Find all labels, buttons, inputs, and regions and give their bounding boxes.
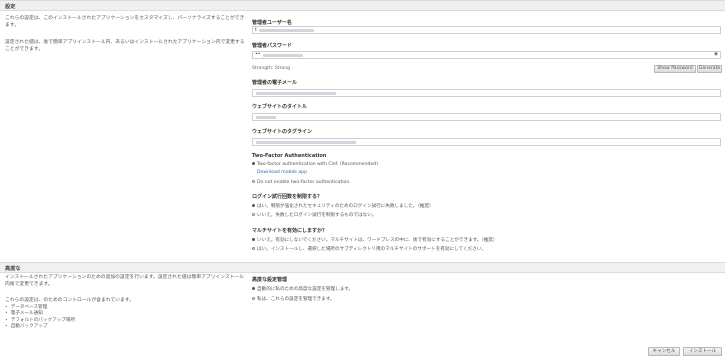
multisite-option-no-label: いいえ。有効にしないでください。マルチサイトは、ワードプレスの中に、後で有効にす…	[257, 238, 498, 243]
admin-username-value: t	[255, 27, 257, 33]
settings-description-2: 設定された値は、後で簡単アプリインストール内、あるいはインストールされたアプリケ…	[5, 40, 245, 52]
two-factor-option-disable[interactable]: Do not enable two-factor authentication.	[252, 180, 351, 185]
advanced-option-manual[interactable]: 私は、これらの設定を管理できます。	[252, 296, 335, 302]
login-limit-option-no[interactable]: いいえ。失敗したログイン試行を制限するものではない。	[252, 212, 376, 218]
advanced-section-header[interactable]: 高度な	[0, 262, 725, 273]
settings-section-title: 設定	[5, 4, 16, 10]
settings-description: これらの設定は、このインストールされたアプリケーションをカスタマイズし、パーソナ…	[5, 16, 245, 28]
admin-username-label: 管理者ユーザー名	[252, 20, 292, 26]
redacted-text	[256, 116, 276, 119]
advanced-description-2: これらの設定は、のためのコントロールが含まれています。	[5, 298, 134, 303]
radio-icon[interactable]	[252, 297, 255, 300]
show-password-button[interactable]: Show Password	[654, 65, 696, 73]
multisite-option-yes[interactable]: はい。インストールし、選択した場所のサブディレクトリ用のマルチサイトのサポートを…	[252, 246, 486, 252]
redacted-text	[256, 92, 336, 95]
settings-section-header: 設定	[0, 0, 725, 11]
radio-icon[interactable]	[252, 213, 255, 216]
cancel-button[interactable]: キャンセル	[648, 347, 680, 356]
password-visibility-icon[interactable]: ◉	[714, 52, 718, 57]
radio-selected-icon[interactable]	[252, 287, 255, 290]
radio-selected-icon[interactable]	[252, 238, 255, 241]
two-factor-option-clef-label: Two-factor authentication with Clef. (Re…	[257, 162, 378, 167]
admin-email-label: 管理者の電子メール	[252, 80, 298, 86]
login-limit-title: ログイン試行回数を制限する？	[252, 194, 323, 200]
generate-password-button[interactable]: Generate	[697, 65, 722, 73]
advanced-section-title: 高度な	[5, 266, 21, 272]
admin-password-label: 管理者パスワード	[252, 43, 293, 49]
install-button[interactable]: インストール	[683, 347, 722, 356]
two-factor-title: Two-Factor Authentication	[252, 153, 327, 159]
site-title-label: ウェブサイトのタイトル	[252, 104, 308, 110]
password-strength-text: Strength: Strong	[252, 66, 291, 71]
multisite-title: マルチサイトを有効にしますか？	[252, 228, 328, 234]
advanced-option-auto-label: 自動的に私のための高度な設定を管理します。	[257, 287, 354, 292]
two-factor-option-disable-label: Do not enable two-factor authentication.	[257, 180, 351, 185]
radio-icon[interactable]	[252, 247, 255, 250]
admin-password-value: ••	[255, 52, 261, 57]
advanced-options-title: 高度な設定管理	[252, 277, 288, 283]
list-item: 自動バックアップ	[5, 324, 75, 330]
advanced-description: インストールされたアプリケーションのための追加の設定を行います。設定された値は簡…	[5, 275, 245, 287]
advanced-option-manual-label: 私は、これらの設定を管理できます。	[257, 297, 335, 302]
multisite-option-yes-label: はい。インストールし、選択した場所のサブディレクトリ用のマルチサイトのサポートを…	[257, 247, 487, 252]
radio-icon[interactable]	[252, 180, 255, 183]
site-title-input[interactable]	[252, 113, 721, 121]
admin-password-input[interactable]: •• ◉	[252, 51, 721, 59]
admin-username-input[interactable]: t	[252, 26, 721, 34]
advanced-feature-list: データベース管理 電子メール通知 デフォルトのバックアップ場所 自動バックアップ	[5, 305, 75, 331]
radio-selected-icon[interactable]	[252, 162, 255, 165]
radio-selected-icon[interactable]	[252, 204, 255, 207]
redacted-text	[263, 54, 303, 57]
two-factor-option-clef[interactable]: Two-factor authentication with Clef. (Re…	[252, 162, 378, 167]
login-limit-option-no-label: いいえ。失敗したログイン試行を制限するものではない。	[257, 213, 377, 218]
site-tagline-input[interactable]	[252, 138, 721, 146]
redacted-text	[259, 29, 314, 32]
advanced-option-auto[interactable]: 自動的に私のための高度な設定を管理します。	[252, 286, 353, 292]
admin-email-input[interactable]	[252, 89, 721, 97]
site-tagline-label: ウェブサイトのタグライン	[252, 129, 313, 135]
redacted-text	[256, 141, 356, 144]
login-limit-option-yes[interactable]: はい。制限が強化されたセキュリティのためのログイン試行に失敗しました。（推奨）	[252, 203, 434, 209]
login-limit-option-yes-label: はい。制限が強化されたセキュリティのためのログイン試行に失敗しました。（推奨）	[257, 204, 434, 209]
multisite-option-no[interactable]: いいえ。有効にしないでください。マルチサイトは、ワードプレスの中に、後で有効にす…	[252, 237, 498, 243]
download-mobile-app-link[interactable]: Download mobile app	[257, 170, 307, 175]
